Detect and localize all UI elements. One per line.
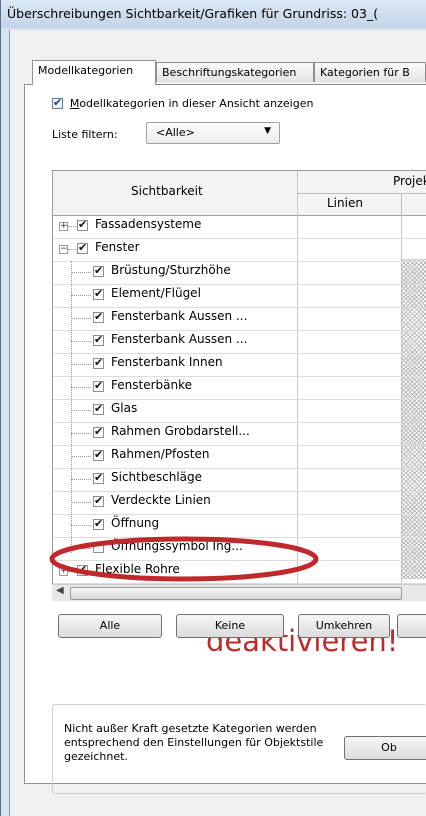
category-label: Verdeckte Linien <box>111 493 211 507</box>
category-label: Brüstung/Sturzhöhe <box>111 263 231 277</box>
header-lines-cell[interactable]: Linien <box>297 193 402 215</box>
tab-categories-for[interactable]: Kategorien für B <box>314 62 426 82</box>
tree-connector <box>71 410 91 411</box>
category-label: Öffnung <box>111 516 160 530</box>
category-label: Rahmen/Pfosten <box>111 447 210 461</box>
category-label: Fenster <box>95 240 140 254</box>
category-checkbox[interactable] <box>93 425 104 438</box>
category-row[interactable]: Glas <box>53 399 426 423</box>
category-row[interactable]: Fensterbänke <box>53 376 426 400</box>
tree-connector <box>71 272 91 273</box>
title-bar: Überschreibungen Sichtbarkeit/Grafiken f… <box>1 0 426 28</box>
category-label: Fensterbank Innen <box>111 355 223 369</box>
tab-model-categories[interactable]: Modellkategorien <box>32 60 156 85</box>
tree-connector <box>71 525 91 526</box>
category-row[interactable]: Brüstung/Sturzhöhe <box>53 261 426 285</box>
tab-annotation-categories[interactable]: Beschriftungskategorien <box>156 62 314 82</box>
window-title: Überschreibungen Sichtbarkeit/Grafiken f… <box>7 6 379 21</box>
category-label: Element/Flügel <box>111 286 201 300</box>
tree-connector <box>71 387 91 388</box>
category-row[interactable]: Rahmen Grobdarstell... <box>53 422 426 446</box>
category-row[interactable]: + Fassadensysteme <box>53 215 426 239</box>
object-styles-label: Ob <box>381 741 397 754</box>
show-model-categories-label: Modellkategorien in dieser Ansicht anzei… <box>69 97 314 110</box>
category-row[interactable]: Fensterbank Aussen ... <box>53 307 426 331</box>
category-checkbox[interactable] <box>93 448 104 461</box>
show-model-categories-checkbox[interactable] <box>52 96 63 109</box>
header-lines: Linien <box>327 196 363 210</box>
scrollbar-thumb[interactable] <box>70 587 402 600</box>
category-label: Sichtbeschläge <box>111 470 203 484</box>
category-label: Fensterbank Aussen ... <box>111 309 248 323</box>
category-row[interactable]: Fensterbank Innen <box>53 353 426 377</box>
category-label: Fensterbänke <box>111 378 192 392</box>
tree-connector <box>71 433 91 434</box>
show-model-categories-option[interactable]: Modellkategorien in dieser Ansicht anzei… <box>52 96 313 110</box>
grid-header: Sichtbarkeit Projekt Linien <box>53 171 426 216</box>
category-checkbox[interactable] <box>93 356 104 369</box>
tree-line <box>71 261 72 553</box>
category-label: Rahmen Grobdarstell... <box>111 424 250 438</box>
category-checkbox[interactable] <box>93 310 104 323</box>
collapse-icon[interactable]: − <box>59 245 68 254</box>
category-checkbox[interactable] <box>93 402 104 415</box>
object-styles-button[interactable]: Ob <box>344 736 426 760</box>
select-none-label: Keine <box>214 619 246 632</box>
category-row[interactable]: Element/Flügel <box>53 284 426 308</box>
tree-connector <box>68 249 76 250</box>
category-checkbox[interactable] <box>93 379 104 392</box>
expand-icon[interactable]: + <box>59 222 68 231</box>
chevron-down-icon: ▼ <box>264 126 271 136</box>
tree-connector <box>71 318 91 319</box>
category-checkbox[interactable] <box>77 241 88 254</box>
header-projection: Projekt <box>393 174 426 188</box>
header-projection-cell: Projekt <box>297 171 426 194</box>
category-checkbox[interactable] <box>93 494 104 507</box>
category-checkbox[interactable] <box>93 264 104 277</box>
tree-connector <box>71 456 91 457</box>
tree-connector <box>71 502 91 503</box>
filter-dropdown[interactable]: <Alle> ▼ <box>146 122 280 144</box>
category-row[interactable]: Fensterbank Aussen ... <box>53 330 426 354</box>
invert-button[interactable]: Umkehren <box>298 614 390 638</box>
category-row[interactable]: Sichtbeschläge <box>53 468 426 492</box>
tree-connector <box>71 295 91 296</box>
category-checkbox[interactable] <box>93 471 104 484</box>
category-checkbox[interactable] <box>77 218 88 231</box>
tree-connector <box>68 226 76 227</box>
category-label: Fassadensysteme <box>95 217 202 231</box>
tree-connector <box>71 364 91 365</box>
tree-connector <box>71 341 91 342</box>
category-label: Fensterbank Aussen ... <box>111 332 248 346</box>
header-visibility-cell[interactable]: Sichtbarkeit <box>53 171 298 215</box>
categories-grid: Sichtbarkeit Projekt Linien + Fassadensys… <box>52 170 426 592</box>
select-none-button[interactable]: Keine <box>176 614 284 638</box>
category-row[interactable]: − Fenster <box>53 238 426 262</box>
category-row[interactable]: Verdeckte Linien <box>53 491 426 515</box>
invert-label: Umkehren <box>315 619 373 632</box>
tree-connector <box>71 479 91 480</box>
select-all-button[interactable]: Alle <box>58 614 162 638</box>
header-visibility: Sichtbarkeit <box>131 184 203 198</box>
select-all-label: Alle <box>99 619 121 632</box>
category-label: Glas <box>111 401 138 415</box>
filter-dropdown-value: <Alle> <box>156 126 195 139</box>
category-checkbox[interactable] <box>93 287 104 300</box>
filter-label: Liste filtern: <box>52 128 118 141</box>
category-checkbox[interactable] <box>93 333 104 346</box>
category-row[interactable]: Rahmen/Pfosten <box>53 445 426 469</box>
category-checkbox[interactable] <box>93 517 104 530</box>
expand-all-button[interactable] <box>397 614 426 638</box>
highlight-ellipse <box>49 536 319 582</box>
override-note: Nicht außer Kraft gesetzte Kategorien we… <box>64 722 324 763</box>
